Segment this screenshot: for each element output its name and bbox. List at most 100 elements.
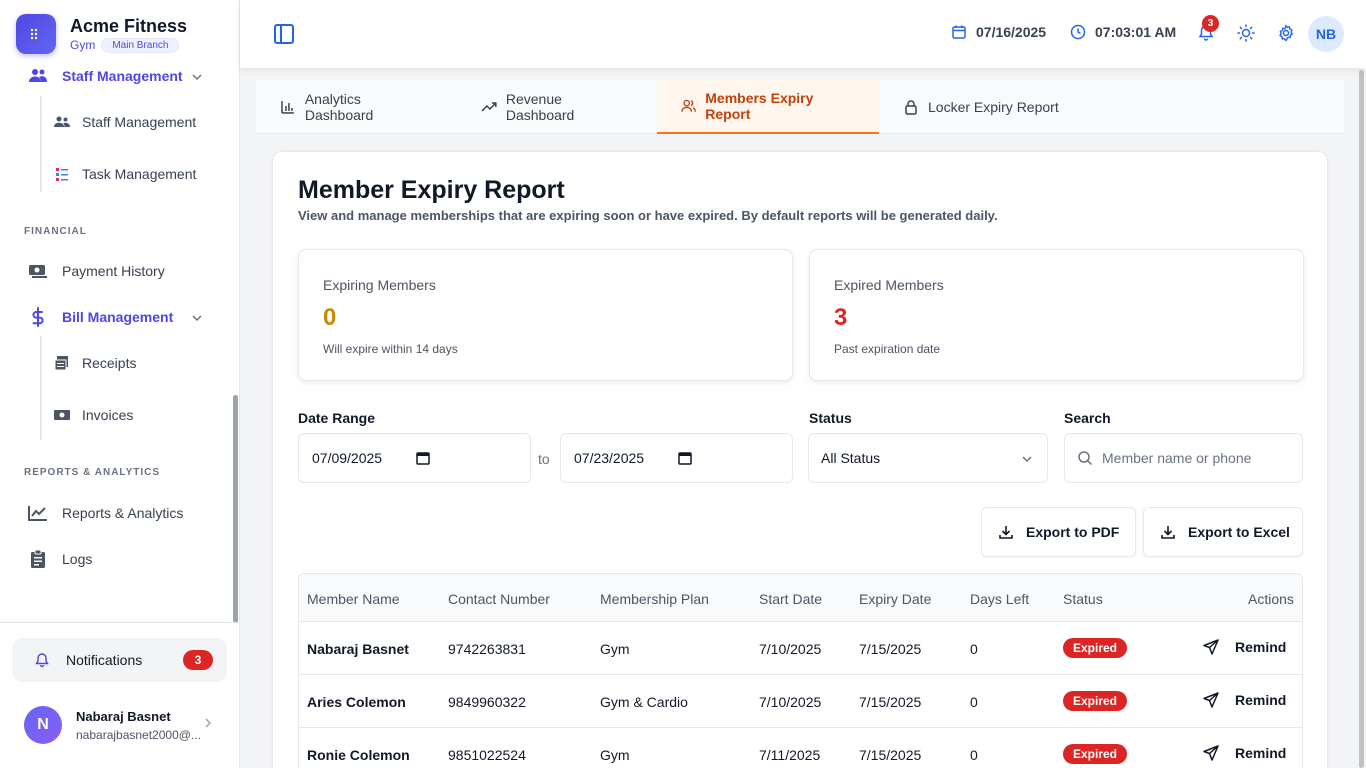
start-date: 7/11/2025 xyxy=(759,747,821,763)
contact-number: 9849960322 xyxy=(448,694,526,710)
nav-tree-line xyxy=(40,336,42,440)
user-name: Nabaraj Basnet xyxy=(76,708,171,724)
tab-label: Analytics Dashboard xyxy=(304,91,374,123)
clipboard-icon xyxy=(28,549,48,569)
column-header[interactable]: Start Date xyxy=(759,591,822,607)
sidebar-group-label: Staff Management xyxy=(62,68,183,84)
tab-members-expiry-report[interactable]: Members Expiry Report xyxy=(657,80,879,134)
sidebar-item-reports-analytics[interactable]: Reports & Analytics xyxy=(28,503,183,523)
bar-chart-icon xyxy=(281,101,294,114)
sidebar-item-logs[interactable]: Logs xyxy=(28,549,92,569)
chevron-down-icon xyxy=(1022,456,1032,463)
line-chart-icon xyxy=(28,503,48,523)
stat-value-expired: 3 xyxy=(834,304,848,331)
member-name: Nabaraj Basnet xyxy=(307,641,409,657)
calendar-icon[interactable] xyxy=(416,451,430,465)
chevron-down-icon[interactable] xyxy=(190,70,204,84)
sidebar-item-task-management[interactable]: Task Management xyxy=(54,166,196,182)
send-icon xyxy=(1203,692,1219,708)
stat-note: Will expire within 14 days xyxy=(323,342,458,356)
column-header[interactable]: Contact Number xyxy=(448,591,550,607)
page-title: Member Expiry Report xyxy=(298,176,565,204)
stat-value-expiring: 0 xyxy=(323,304,337,331)
tab-revenue-dashboard[interactable]: Revenue Dashboard xyxy=(457,80,657,134)
column-header[interactable]: Days Left xyxy=(970,591,1029,607)
expiry-date: 7/15/2025 xyxy=(859,641,922,657)
status-label: Status xyxy=(809,410,852,426)
date-to-value: 07/23/2025 xyxy=(574,450,645,466)
user-profile[interactable]: N Nabaraj Basnet nabarajbasnet2000@... xyxy=(0,698,239,752)
sidebar-item-label: Reports & Analytics xyxy=(62,505,184,521)
status-select[interactable]: All Status xyxy=(808,433,1048,483)
sidebar-item-staff-management[interactable]: Staff Management xyxy=(54,114,196,130)
sidebar-item-receipts[interactable]: Receipts xyxy=(54,355,136,371)
sidebar-scrollbar[interactable] xyxy=(233,395,238,623)
stat-card-expired: Expired Members 3 Past expiration date xyxy=(809,249,1304,381)
stat-label: Expired Members xyxy=(834,277,944,293)
status-badge: Expired xyxy=(1063,691,1128,711)
tab-locker-expiry-report[interactable]: Locker Expiry Report xyxy=(879,80,1089,134)
tab-label: Locker Expiry Report xyxy=(928,99,1059,115)
start-date: 7/10/2025 xyxy=(759,694,822,710)
sidebar-item-payment-history[interactable]: Payment History xyxy=(28,261,165,281)
search-input[interactable]: Member name or phone xyxy=(1064,433,1303,483)
top-header: 07/16/2025 07:03:01 AM 3 NB xyxy=(240,0,1366,68)
membership-plan: Gym & Cardio xyxy=(600,694,688,710)
calendar-icon[interactable] xyxy=(678,451,692,465)
table-header: Member Name Contact Number Membership Pl… xyxy=(299,574,1302,622)
member-name: Ronie Colemon xyxy=(307,747,410,763)
brand-logo-icon xyxy=(16,14,56,54)
days-left: 0 xyxy=(970,694,978,710)
user-email: nabarajbasnet2000@... xyxy=(76,727,201,742)
download-icon xyxy=(1161,526,1175,539)
date-from-input[interactable]: 07/09/2025 xyxy=(298,433,531,483)
header-time: 07:03:01 AM xyxy=(1070,24,1176,40)
stat-label: Expiring Members xyxy=(323,277,436,293)
sidebar-group-staff-management[interactable]: Staff Management xyxy=(28,66,183,86)
stat-card-expiring: Expiring Members 0 Will expire within 14… xyxy=(298,249,793,381)
search-label: Search xyxy=(1064,410,1111,426)
notifications-count-badge: 3 xyxy=(183,650,213,670)
tab-analytics-dashboard[interactable]: Analytics Dashboard xyxy=(256,80,456,134)
brand-type: Gym xyxy=(70,38,96,52)
chevron-down-icon[interactable] xyxy=(190,311,204,325)
sidebar-item-label: Logs xyxy=(62,551,93,567)
column-header[interactable]: Expiry Date xyxy=(859,591,931,607)
membership-plan: Gym xyxy=(600,747,630,763)
sidebar-item-label: Invoices xyxy=(82,407,134,423)
sidebar-item-invoices[interactable]: Invoices xyxy=(54,407,133,423)
header-avatar[interactable]: NB xyxy=(1308,16,1344,52)
report-card: Member Expiry Report View and manage mem… xyxy=(272,151,1328,768)
settings-button[interactable] xyxy=(1277,24,1295,42)
sidebar-toggle-icon xyxy=(274,24,294,44)
header-date-text: 07/16/2025 xyxy=(976,24,1047,40)
status-badge: Expired xyxy=(1063,744,1128,764)
remind-label: Remind xyxy=(1235,692,1287,708)
section-label-financial: FINANCIAL xyxy=(24,226,87,237)
date-to-input[interactable]: 07/23/2025 xyxy=(560,433,793,483)
sidebar-toggle-button[interactable] xyxy=(272,22,296,46)
remind-button[interactable]: Remind xyxy=(1203,639,1286,655)
sidebar-item-label: Staff Management xyxy=(82,114,197,130)
brand[interactable]: Acme Fitness Gym Main Branch xyxy=(0,0,239,68)
column-header[interactable]: Membership Plan xyxy=(600,591,709,607)
sidebar-notifications[interactable]: Notifications 3 xyxy=(12,638,227,682)
remind-button[interactable]: Remind xyxy=(1203,692,1286,708)
page-scrollbar[interactable] xyxy=(1359,70,1364,768)
search-icon xyxy=(1078,451,1093,466)
notifications-badge: 3 xyxy=(1202,15,1219,32)
user-avatar: N xyxy=(24,706,62,744)
column-header[interactable]: Member Name xyxy=(307,591,400,607)
column-header[interactable]: Status xyxy=(1063,591,1103,607)
sidebar-group-bill-management[interactable]: Bill Management xyxy=(28,307,173,327)
gear-icon xyxy=(1279,24,1293,42)
export-excel-label: Export to Excel xyxy=(1188,524,1290,540)
table-row: Ronie Colemon 9851022524 Gym 7/11/2025 7… xyxy=(299,728,1302,768)
export-pdf-button[interactable]: Export to PDF xyxy=(981,507,1136,557)
download-icon xyxy=(999,526,1013,539)
page-subtitle: View and manage memberships that are exp… xyxy=(298,208,998,223)
remind-button[interactable]: Remind xyxy=(1203,745,1286,761)
export-excel-button[interactable]: Export to Excel xyxy=(1143,507,1303,557)
theme-toggle-button[interactable] xyxy=(1237,24,1255,42)
export-pdf-label: Export to PDF xyxy=(1026,524,1120,540)
